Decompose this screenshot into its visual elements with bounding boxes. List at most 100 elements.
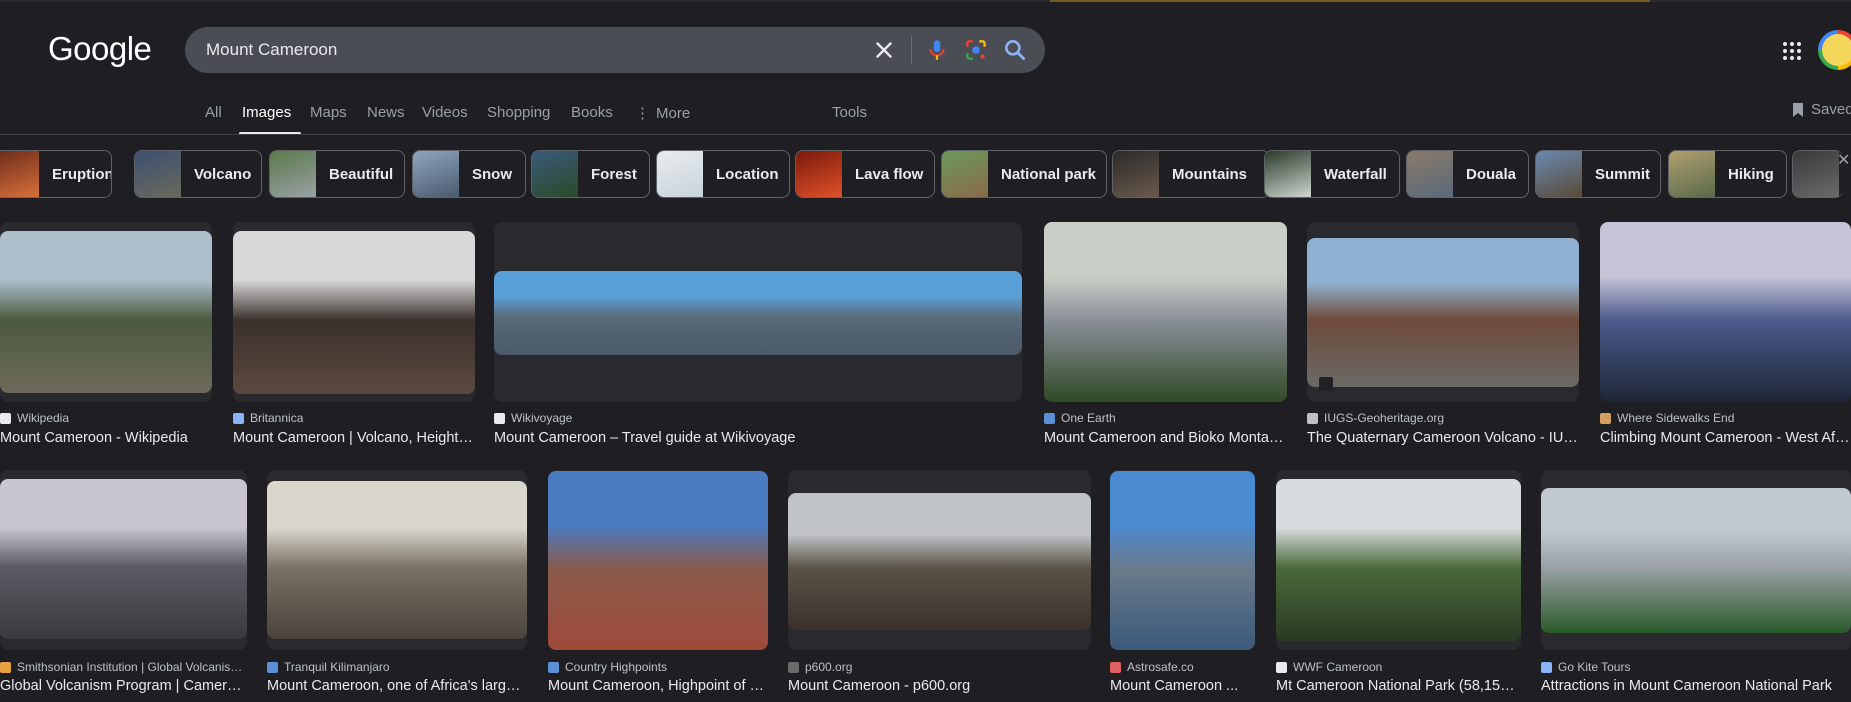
clear-icon[interactable] [871,37,897,63]
chip-label: Snow [472,165,512,183]
site-favicon-icon [1276,661,1287,673]
chip-national-park[interactable]: National park [941,150,1107,198]
microphone-icon[interactable] [924,37,950,63]
search-box[interactable]: Mount Cameroon [185,27,1045,73]
apps-grid-icon[interactable] [1782,41,1802,61]
bookmark-icon [1793,102,1803,117]
result-image[interactable] [1600,222,1851,402]
tab-shopping[interactable]: Shopping [487,104,550,121]
chip-snow[interactable]: Snow [412,150,526,198]
tab-images[interactable]: Images [242,104,291,121]
chip-thumbnail [1536,151,1582,197]
chip-douala[interactable]: Douala [1406,150,1529,198]
chip-label: Lava flow [855,165,924,183]
result-source[interactable]: Britannica [233,411,303,425]
chip-location[interactable]: Location [656,150,790,198]
chip-partial[interactable] [1792,150,1843,198]
result-source[interactable]: Country Highpoints [548,660,667,674]
google-logo[interactable]: Google [48,30,152,68]
saved-label: Saved [1811,101,1851,118]
site-favicon-icon [0,412,11,424]
result-title[interactable]: Mount Cameroon and Bioko Montane Forests [1044,430,1287,446]
chip-hiking[interactable]: Hiking [1668,150,1787,198]
chip-eruption[interactable]: Eruption [0,150,112,198]
site-favicon-icon [548,661,559,673]
chip-thumbnail [1265,151,1311,197]
source-name: Wikipedia [17,411,70,425]
site-favicon-icon [1600,412,1611,424]
site-favicon-icon [1541,661,1552,673]
result-title[interactable]: Mount Cameroon, one of Africa's largest … [267,678,527,694]
result-image[interactable] [494,271,1022,355]
result-image[interactable] [0,231,212,393]
result-image[interactable] [267,481,527,639]
search-icon[interactable] [1002,37,1028,63]
result-source[interactable]: Wikipedia [0,411,69,425]
result-source[interactable]: WWF Cameroon [1276,660,1382,674]
chip-summit[interactable]: Summit [1535,150,1661,198]
tab-maps[interactable]: Maps [310,104,347,121]
result-source[interactable]: Astrosafe.co [1110,660,1194,674]
result-source[interactable]: One Earth [1044,411,1116,425]
chip-thumbnail [942,151,988,197]
tools-button[interactable]: Tools [832,104,867,121]
close-icon[interactable]: ✕ [1837,150,1850,170]
result-source[interactable]: Where Sidewalks End [1600,411,1734,425]
tab-news[interactable]: News [367,104,405,121]
tab-all[interactable]: All [205,104,222,121]
result-image[interactable] [1541,488,1851,633]
tab-books[interactable]: Books [571,104,613,121]
result-image[interactable] [233,231,475,394]
result-image[interactable] [0,479,247,639]
chip-label: Waterfall [1324,165,1387,183]
result-source[interactable]: Wikivoyage [494,411,572,425]
result-title[interactable]: Mount Cameroon - Wikipedia [0,430,212,446]
result-title[interactable]: The Quaternary Cameroon Volcano - IUGS .… [1307,430,1579,446]
chip-lava-flow[interactable]: Lava flow [795,150,935,198]
result-image[interactable] [1110,471,1255,650]
result-source[interactable]: Smithsonian Institution | Global Volcani… [0,660,246,674]
search-input[interactable]: Mount Cameroon [206,40,337,60]
result-source[interactable]: Go Kite Tours [1541,660,1630,674]
chip-volcano[interactable]: Volcano [134,150,262,198]
lens-icon[interactable] [963,37,989,63]
tab-more[interactable]: ⋮ More [635,104,690,122]
result-title[interactable]: Mount Cameroon | Volcano, Height, Erupti… [233,430,475,446]
chip-label: Eruption [52,165,112,183]
source-name: WWF Cameroon [1293,660,1383,674]
result-title[interactable]: Mt Cameroon National Park (58,158 ha ... [1276,678,1521,694]
chip-thumbnail [0,151,39,197]
result-image[interactable] [548,471,768,650]
saved-button[interactable]: Saved [1791,101,1851,118]
result-title[interactable]: Climbing Mount Cameroon - West Africa's … [1600,430,1851,446]
result-image[interactable] [1307,238,1579,387]
chip-forest[interactable]: Forest [531,150,650,198]
chip-thumbnail [1407,151,1453,197]
chip-mountains[interactable]: Mountains [1112,150,1270,198]
result-title[interactable]: Attractions in Mount Cameroon National P… [1541,678,1851,694]
chip-thumbnail [532,151,578,197]
result-title[interactable]: Mount Cameroon ... [1110,678,1255,694]
site-favicon-icon [788,661,799,673]
source-name: Tranquil Kilimanjaro [284,660,390,674]
site-favicon-icon [233,412,244,424]
chip-label: Summit [1595,165,1651,183]
result-source[interactable]: p600.org [788,660,852,674]
result-title[interactable]: Mount Cameroon - p600.org [788,678,1091,694]
result-title[interactable]: Global Volcanism Program | Cameroon [0,678,247,694]
site-favicon-icon [494,412,505,424]
result-title[interactable]: Mount Cameroon, Highpoint of Cameroon [548,678,768,694]
tab-videos[interactable]: Videos [422,104,468,121]
chip-waterfall[interactable]: Waterfall [1264,150,1400,198]
source-name: Astrosafe.co [1127,660,1194,674]
result-image[interactable] [788,493,1091,630]
result-source[interactable]: Tranquil Kilimanjaro [267,660,390,674]
result-title[interactable]: Mount Cameroon – Travel guide at Wikivoy… [494,430,1022,446]
chip-beautiful[interactable]: Beautiful [269,150,405,198]
result-image[interactable] [1044,222,1287,402]
account-avatar[interactable] [1818,30,1851,70]
result-source[interactable]: IUGS-Geoheritage.org [1307,411,1444,425]
site-favicon-icon [1044,412,1055,424]
result-image[interactable] [1276,479,1521,641]
site-favicon-icon [1110,661,1121,673]
